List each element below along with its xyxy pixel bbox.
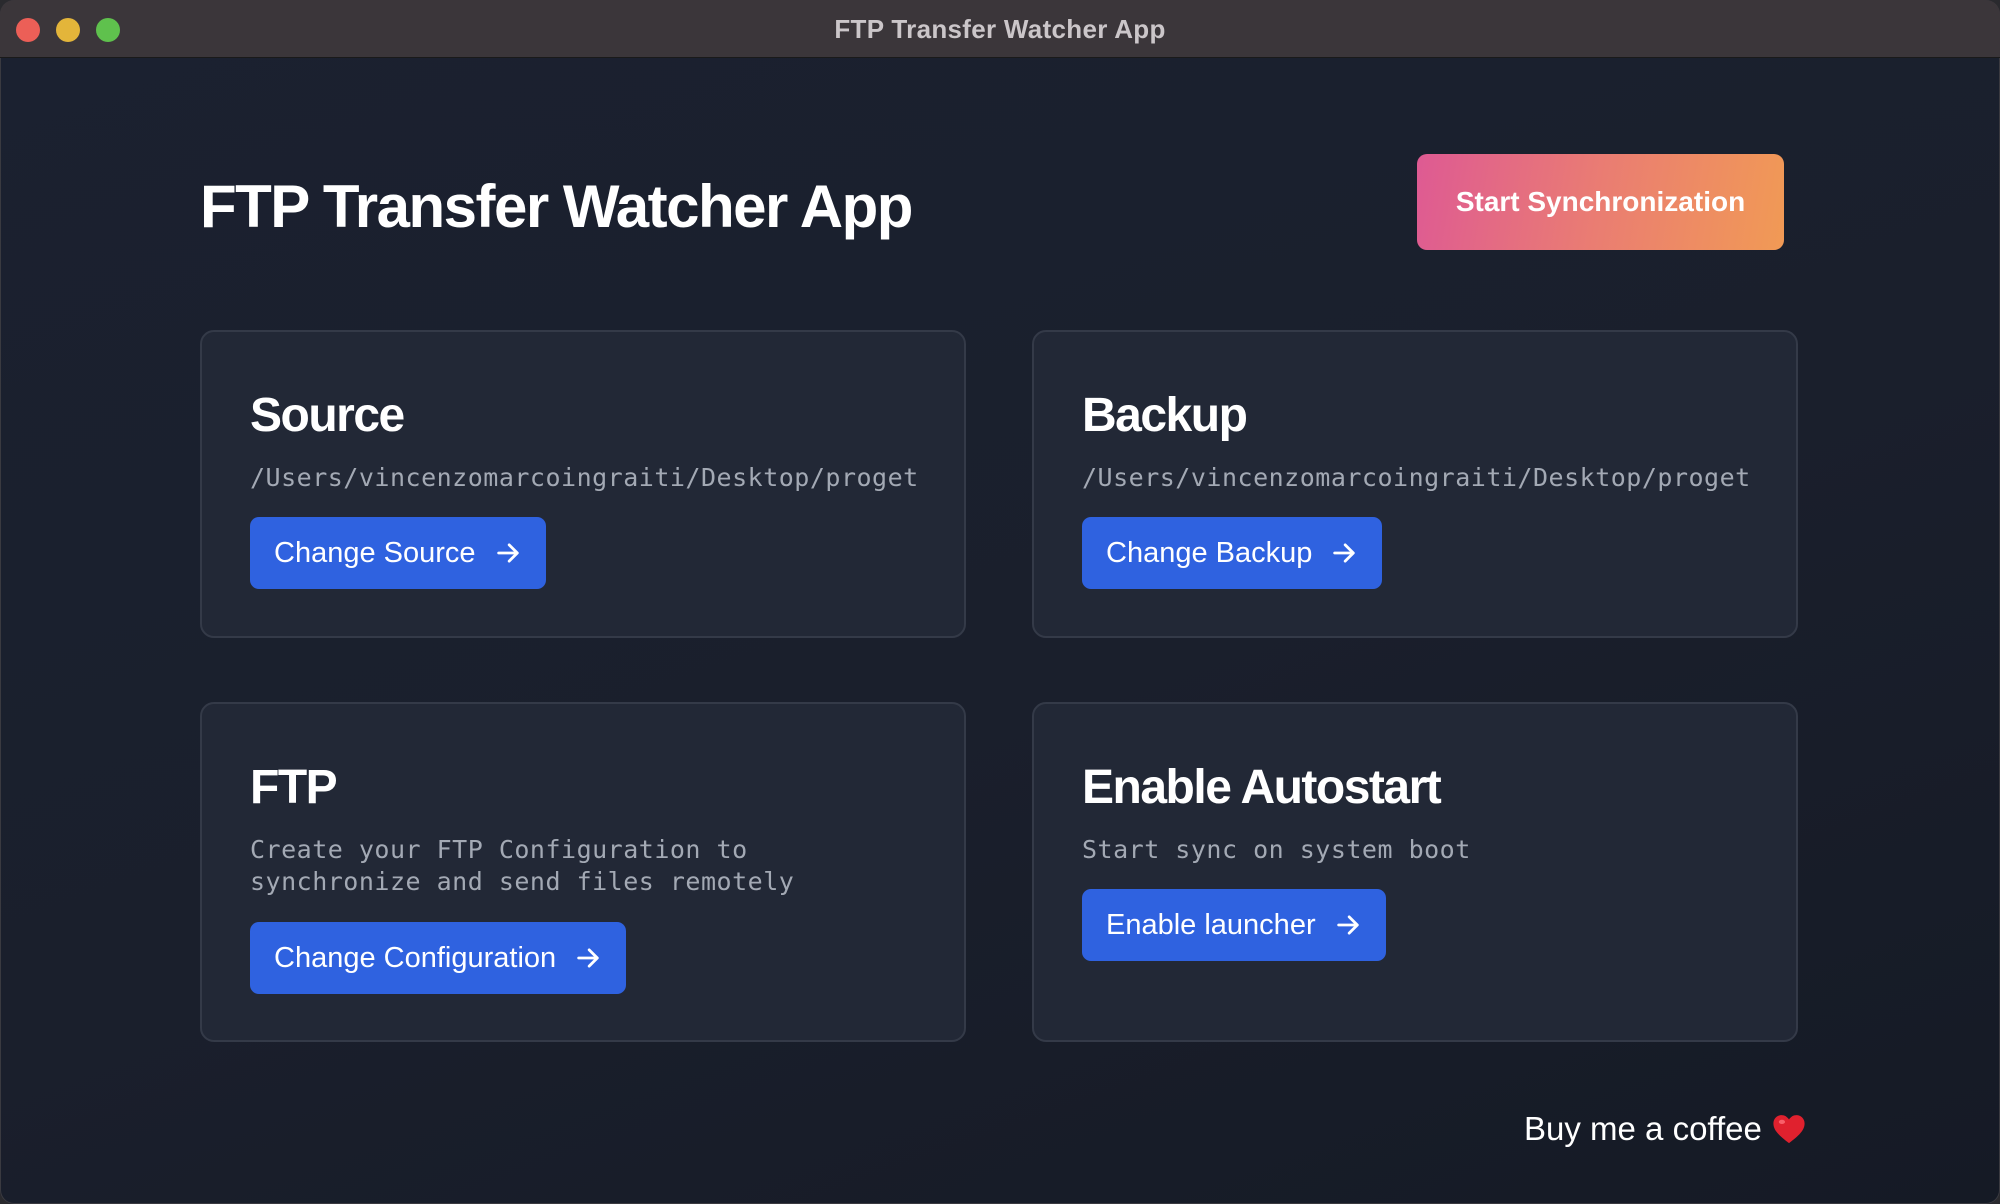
arrow-right-icon — [1333, 543, 1356, 563]
window-title: FTP Transfer Watcher App — [834, 14, 1166, 44]
backup-card: Backup /Users/vincenzomarcoingraiti/Desk… — [1032, 330, 1798, 638]
change-configuration-button[interactable]: Change Configuration — [250, 922, 627, 994]
source-path: /Users/vincenzomarcoingraiti/Desktop/pro… — [250, 463, 916, 492]
app-window: FTP Transfer Watcher App FTP Transfer Wa… — [0, 0, 2000, 1204]
change-configuration-label: Change Configuration — [274, 941, 557, 974]
ftp-card: FTP Create your FTP Configuration to syn… — [200, 702, 966, 1042]
start-synchronization-button[interactable]: Start Synchronization — [1417, 154, 1784, 250]
change-backup-label: Change Backup — [1106, 536, 1313, 569]
title-bar[interactable]: FTP Transfer Watcher App — [0, 0, 2000, 58]
change-source-button[interactable]: Change Source — [250, 517, 546, 589]
page-title: FTP Transfer Watcher App — [200, 173, 913, 240]
enable-launcher-label: Enable launcher — [1106, 908, 1316, 941]
change-backup-button[interactable]: Change Backup — [1082, 517, 1383, 589]
autostart-card: Enable Autostart Start sync on system bo… — [1032, 702, 1798, 1042]
enable-launcher-button[interactable]: Enable launcher — [1082, 889, 1386, 961]
arrow-right-icon — [577, 948, 599, 968]
autostart-description: Start sync on system boot — [1082, 835, 1471, 864]
heart-icon — [1773, 1115, 1805, 1144]
backup-path: /Users/vincenzomarcoingraiti/Desktop/pro… — [1082, 463, 1748, 492]
arrow-right-icon — [496, 543, 519, 563]
source-card: Source /Users/vincenzomarcoingraiti/Desk… — [200, 330, 966, 638]
ftp-description: Create your FTP Configuration to synchro… — [250, 835, 795, 896]
autostart-title: Enable Autostart — [1082, 761, 1442, 814]
backup-title: Backup — [1082, 389, 1248, 442]
ftp-title: FTP — [250, 761, 338, 814]
buy-me-a-coffee-link[interactable]: Buy me a coffee — [1524, 1110, 1806, 1148]
source-title: Source — [250, 389, 405, 442]
coffee-link-label: Buy me a coffee — [1524, 1110, 1762, 1147]
arrow-right-icon — [1336, 915, 1359, 935]
change-source-label: Change Source — [274, 536, 476, 569]
